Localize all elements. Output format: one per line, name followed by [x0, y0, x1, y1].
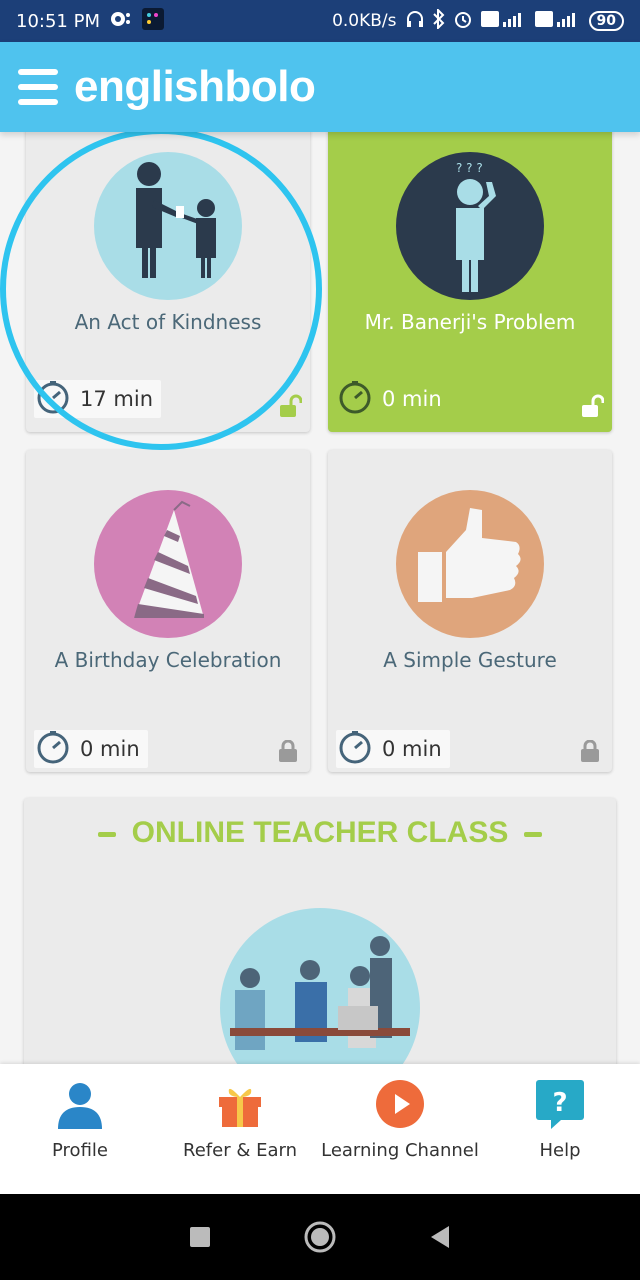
lesson-title: A Birthday Celebration [54, 648, 282, 672]
lesson-duration: 17 min [80, 387, 153, 411]
online-teacher-class-card[interactable]: ONLINE TEACHER CLASS [24, 798, 616, 1064]
lesson-card-birthday-celebration[interactable]: A Birthday Celebration 0 min [26, 450, 310, 772]
status-bar: 10:51 PM 0.0KB/s 90 [0, 0, 640, 42]
confused-man-illustration: ? ? ? [396, 152, 544, 300]
lesson-title: An Act of Kindness [74, 310, 262, 334]
back-button[interactable] [420, 1217, 460, 1257]
lesson-timer: 0 min [336, 380, 450, 418]
network-speed: 0.0KB/s [332, 11, 397, 31]
gift-icon [214, 1078, 266, 1130]
party-hat-illustration [94, 490, 242, 638]
play-icon [374, 1078, 426, 1130]
bottom-navigation: Profile Refer & Earn Learning Channel ? … [0, 1064, 640, 1194]
notification-icon [110, 10, 132, 33]
timer-icon [338, 730, 372, 769]
online-class-heading: ONLINE TEACHER CLASS [24, 816, 616, 850]
volte-signal-icon-2 [534, 10, 581, 33]
nav-refer-earn[interactable]: Refer & Earn [160, 1064, 320, 1194]
nav-label: Learning Channel [321, 1140, 479, 1161]
nav-help[interactable]: ? Help [480, 1064, 640, 1194]
alarm-icon [453, 9, 473, 34]
lesson-card-banerji-problem[interactable]: ? ? ? Mr. Banerji's Problem 0 min [328, 132, 612, 432]
home-button[interactable] [300, 1217, 340, 1257]
lesson-title: A Simple Gesture [383, 648, 557, 672]
lesson-title: Mr. Banerji's Problem [364, 310, 576, 334]
lesson-card-act-of-kindness[interactable]: An Act of Kindness 17 min [26, 132, 310, 432]
app-logo: englishbolo [74, 62, 316, 111]
thumbs-up-illustration [396, 490, 544, 638]
kindness-illustration [94, 152, 242, 300]
app-notification-icon [141, 7, 164, 35]
nav-profile[interactable]: Profile [0, 1064, 160, 1194]
timer-icon [36, 730, 70, 769]
svg-text:?: ? [552, 1088, 567, 1118]
lock-icon [580, 739, 602, 764]
teacher-class-illustration [220, 908, 420, 1064]
lesson-timer: 17 min [34, 380, 161, 418]
nav-label: Refer & Earn [183, 1140, 297, 1161]
lesson-duration: 0 min [80, 737, 140, 761]
timer-icon [36, 380, 70, 419]
system-navigation-bar [0, 1194, 640, 1280]
lesson-timer: 0 min [336, 730, 450, 768]
lesson-card-simple-gesture[interactable]: A Simple Gesture 0 min [328, 450, 612, 772]
bluetooth-icon [432, 7, 445, 34]
lesson-list[interactable]: An Act of Kindness 17 min ? ? ? Mr. Bane… [0, 132, 640, 1064]
lesson-timer: 0 min [34, 730, 148, 768]
nav-label: Profile [52, 1140, 108, 1161]
recent-apps-button[interactable] [180, 1217, 220, 1257]
nav-learning-channel[interactable]: Learning Channel [320, 1064, 480, 1194]
volte-signal-icon [480, 10, 527, 33]
online-class-title: ONLINE TEACHER CLASS [131, 816, 509, 849]
unlocked-icon [580, 394, 605, 418]
timer-icon [338, 380, 372, 419]
battery-indicator: 90 [588, 11, 624, 31]
help-icon: ? [534, 1078, 586, 1130]
app-bar: englishbolo [0, 42, 640, 132]
lesson-duration: 0 min [382, 387, 442, 411]
profile-icon [54, 1078, 106, 1130]
status-time: 10:51 PM [16, 10, 100, 32]
nav-label: Help [539, 1140, 581, 1161]
lock-icon [278, 739, 300, 764]
unlocked-icon [278, 394, 303, 418]
svg-text:? ? ?: ? ? ? [456, 161, 483, 175]
menu-icon[interactable] [18, 69, 58, 105]
headphones-icon [405, 9, 425, 34]
lesson-duration: 0 min [382, 737, 442, 761]
